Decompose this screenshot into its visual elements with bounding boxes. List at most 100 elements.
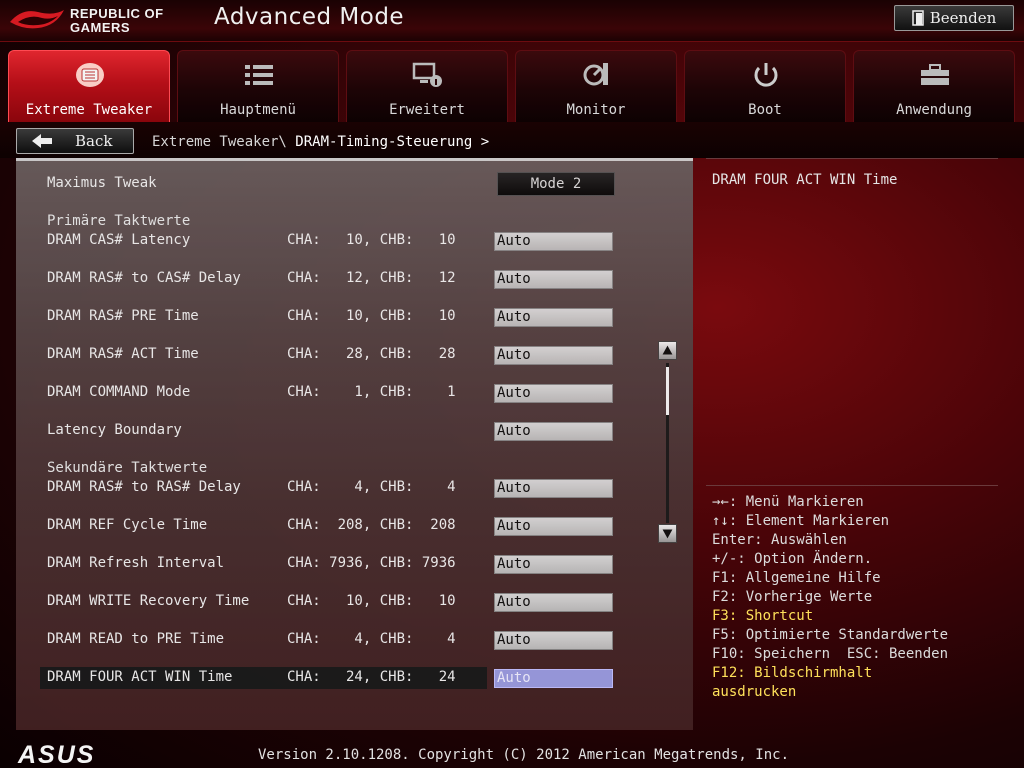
triangle-up-icon	[662, 345, 673, 355]
channel-values: CHA: 12, CHB: 12	[287, 270, 456, 286]
shortcut-item: +/-: Option Ändern.	[712, 551, 873, 567]
channel-values: CHA: 10, CHB: 10	[287, 593, 456, 609]
brand-line2: GAMERS	[70, 20, 131, 35]
advanced-icon	[412, 62, 442, 87]
shortcut-item: Enter: Auswählen	[712, 532, 847, 548]
setting-value-field[interactable]: Auto	[494, 270, 613, 289]
breadcrumb-current: DRAM-Timing-Steuerung >	[295, 134, 490, 150]
tweaker-icon	[76, 63, 104, 87]
shortcut-item: F10: Speichern ESC: Beenden	[712, 646, 949, 662]
setting-label: DRAM RAS# PRE Time	[47, 308, 199, 324]
setting-label: DRAM RAS# ACT Time	[47, 346, 199, 362]
triangle-down-icon	[662, 529, 673, 539]
tab-boot[interactable]: Boot	[684, 50, 846, 122]
setting-row[interactable]: DRAM COMMAND Mode CHA: 1, CHB: 1 Auto	[16, 382, 693, 404]
setting-row[interactable]: DRAM REF Cycle Time CHA: 208, CHB: 208 A…	[16, 515, 693, 537]
help-title: DRAM FOUR ACT WIN Time	[712, 172, 898, 188]
setting-label: Maximus Tweak	[47, 175, 157, 191]
setting-row[interactable]: DRAM CAS# Latency CHA: 10, CHB: 10 Auto	[16, 230, 693, 252]
exit-button[interactable]: Beenden	[894, 5, 1014, 31]
rog-logo: REPUBLIC OF GAMERS	[8, 4, 188, 38]
monitor-icon	[583, 63, 608, 86]
setting-value-field[interactable]: Auto	[494, 517, 613, 536]
back-button[interactable]: Back	[16, 128, 134, 154]
tab-bar: Extreme Tweaker Hauptmenü Erweitert Moni…	[0, 48, 1024, 122]
mode-title: Advanced Mode	[214, 4, 405, 30]
setting-row[interactable]: Latency Boundary Auto	[16, 420, 693, 442]
shortcut-item: F5: Optimierte Standardwerte	[712, 627, 949, 643]
tab-label: Erweitert	[389, 102, 465, 118]
door-icon	[911, 10, 924, 26]
version-text: Version 2.10.1208. Copyright (C) 2012 Am…	[258, 747, 790, 763]
setting-value-field[interactable]: Auto	[494, 631, 613, 650]
channel-values: CHA: 10, CHB: 10	[287, 308, 456, 324]
tab-hauptmenu[interactable]: Hauptmenü	[177, 50, 339, 122]
setting-value-field[interactable]: Auto	[494, 479, 613, 498]
tab-label: Boot	[748, 102, 782, 118]
tab-monitor[interactable]: Monitor	[515, 50, 677, 122]
shortcut-item: ↑↓: Element Markieren	[712, 513, 890, 529]
setting-label: DRAM FOUR ACT WIN Time	[47, 669, 233, 685]
shortcut-item[interactable]: ausdrucken	[712, 684, 1012, 703]
setting-label: DRAM WRITE Recovery Time	[47, 593, 250, 609]
setting-label: DRAM RAS# to CAS# Delay	[47, 270, 241, 286]
shortcut-list: →←: Menü Markieren ↑↓: Element Markieren…	[712, 494, 1012, 703]
channel-values: CHA: 7936, CHB: 7936	[287, 555, 456, 571]
divider	[706, 158, 998, 159]
back-arrow-icon	[32, 134, 52, 148]
setting-label: Latency Boundary	[47, 422, 182, 438]
tab-extreme-tweaker[interactable]: Extreme Tweaker	[8, 50, 170, 122]
channel-values: CHA: 4, CHB: 4	[287, 631, 456, 647]
channel-values: CHA: 4, CHB: 4	[287, 479, 456, 495]
shortcut-item[interactable]: F12: Bildschirmhalt	[712, 665, 1012, 684]
setting-label: DRAM REF Cycle Time	[47, 517, 208, 533]
shortcut-item: F2: Vorherige Werte	[712, 589, 873, 605]
setting-value-field[interactable]: Auto	[494, 384, 613, 403]
setting-row[interactable]: DRAM RAS# to RAS# Delay CHA: 4, CHB: 4 A…	[16, 477, 693, 499]
channel-values: CHA: 1, CHB: 1	[287, 384, 456, 400]
asus-logo: ASUS	[18, 741, 96, 768]
channel-values: CHA: 10, CHB: 10	[287, 232, 456, 248]
section-heading: Primäre Taktwerte	[47, 213, 191, 229]
tab-label: Hauptmenü	[220, 102, 296, 118]
scroll-thumb[interactable]	[666, 367, 669, 415]
scroll-down-button[interactable]	[658, 524, 677, 543]
setting-value-field[interactable]: Auto	[494, 669, 613, 688]
tab-anwendung[interactable]: Anwendung	[853, 50, 1015, 122]
setting-row[interactable]: DRAM RAS# ACT Time CHA: 28, CHB: 28 Auto	[16, 344, 693, 366]
setting-row[interactable]: DRAM READ to PRE Time CHA: 4, CHB: 4 Aut…	[16, 629, 693, 651]
setting-row[interactable]: DRAM RAS# PRE Time CHA: 10, CHB: 10 Auto	[16, 306, 693, 328]
tab-erweitert[interactable]: Erweitert	[346, 50, 508, 122]
channel-values: CHA: 24, CHB: 24	[287, 669, 456, 685]
setting-value-field[interactable]: Auto	[494, 555, 613, 574]
settings-panel: Maximus Tweak Mode 2 Primäre Taktwerte D…	[16, 158, 693, 730]
rog-eye-icon	[10, 10, 64, 29]
setting-row-selected[interactable]: DRAM FOUR ACT WIN Time CHA: 24, CHB: 24 …	[16, 667, 693, 689]
tab-label: Monitor	[566, 102, 626, 118]
setting-value-field[interactable]: Auto	[494, 232, 613, 251]
divider	[706, 485, 998, 486]
shortcut-item[interactable]: F3: Shortcut	[712, 608, 1012, 627]
breadcrumb-parent[interactable]: Extreme Tweaker\	[152, 134, 287, 150]
setting-label: DRAM Refresh Interval	[47, 555, 225, 571]
nav-bar: Back Extreme Tweaker\ DRAM-Timing-Steuer…	[0, 122, 1024, 158]
setting-value-field[interactable]: Auto	[494, 422, 613, 441]
shortcut-item: →←: Menü Markieren	[712, 494, 864, 510]
channel-values: CHA: 208, CHB: 208	[287, 517, 456, 533]
shortcut-item: F1: Allgemeine Hilfe	[712, 570, 881, 586]
scroll-up-button[interactable]	[658, 341, 677, 360]
setting-row[interactable]: DRAM RAS# to CAS# Delay CHA: 12, CHB: 12…	[16, 268, 693, 290]
setting-value-field[interactable]: Auto	[494, 593, 613, 612]
power-icon	[754, 63, 778, 87]
breadcrumb: Extreme Tweaker\ DRAM-Timing-Steuerung >	[152, 134, 489, 150]
setting-value-field[interactable]: Auto	[494, 308, 613, 327]
setting-value-field[interactable]: Auto	[494, 346, 613, 365]
maximus-tweak-select[interactable]: Mode 2	[497, 172, 615, 196]
footer: ASUS Version 2.10.1208. Copyright (C) 20…	[0, 738, 1024, 768]
channel-values: CHA: 28, CHB: 28	[287, 346, 456, 362]
setting-label: DRAM READ to PRE Time	[47, 631, 225, 647]
setting-row[interactable]: DRAM Refresh Interval CHA: 7936, CHB: 79…	[16, 553, 693, 575]
scrollbar[interactable]	[658, 341, 678, 546]
setting-row[interactable]: DRAM WRITE Recovery Time CHA: 10, CHB: 1…	[16, 591, 693, 613]
exit-label: Beenden	[929, 9, 997, 27]
